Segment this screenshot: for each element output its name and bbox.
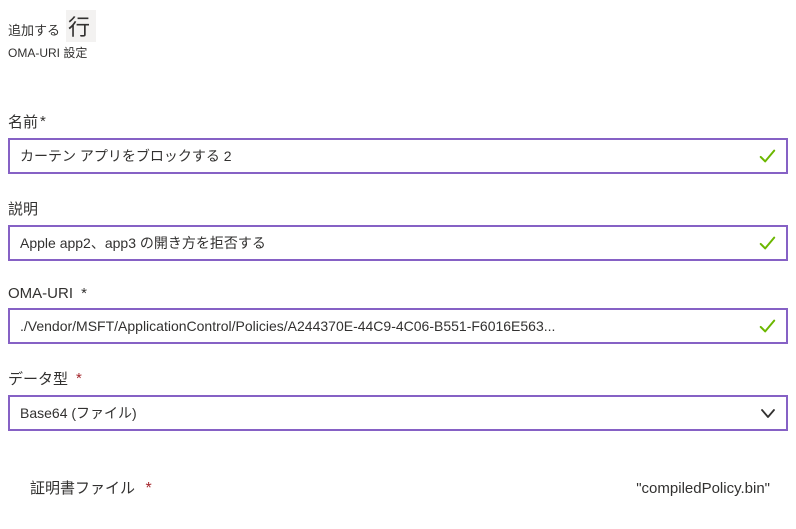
row-label: 行 bbox=[66, 10, 96, 42]
cert-file-label: 証明書ファイル bbox=[30, 480, 135, 497]
chevron-down-icon bbox=[760, 405, 776, 421]
data-type-select[interactable]: Base64 (ファイル) bbox=[8, 395, 788, 431]
description-input[interactable]: Apple app2、app3 の開き方を拒否する bbox=[8, 225, 788, 261]
oma-uri-input[interactable]: ./Vendor/MSFT/ApplicationControl/Policie… bbox=[8, 308, 788, 344]
data-type-label: データ型 * bbox=[8, 368, 788, 389]
data-type-label-text: データ型 bbox=[8, 368, 68, 389]
add-label: 追加する bbox=[8, 20, 60, 39]
check-icon bbox=[758, 317, 776, 335]
description-field: 説明 Apple app2、app3 の開き方を拒否する bbox=[8, 198, 788, 261]
oma-uri-field: OMA-URI * ./Vendor/MSFT/ApplicationContr… bbox=[8, 285, 788, 344]
required-indicator: * bbox=[76, 370, 82, 387]
subheader-text: OMA-URI 設定 bbox=[8, 44, 788, 61]
data-type-field: データ型 * Base64 (ファイル) bbox=[8, 368, 788, 431]
name-input[interactable]: カーテン アプリをブロックする 2 bbox=[8, 138, 788, 174]
oma-uri-label-text: OMA-URI bbox=[8, 285, 73, 302]
description-input-value: Apple app2、app3 の開き方を拒否する bbox=[20, 233, 746, 253]
name-label: 名前* bbox=[8, 111, 788, 132]
check-icon bbox=[758, 147, 776, 165]
required-indicator: * bbox=[145, 480, 151, 497]
cert-file-name: "compiledPolicy.bin" bbox=[636, 480, 770, 497]
cert-file-label-wrap: 証明書ファイル * bbox=[30, 477, 152, 498]
required-indicator: * bbox=[40, 113, 46, 130]
name-label-text: 名前 bbox=[8, 111, 38, 132]
name-field: 名前* カーテン アプリをブロックする 2 bbox=[8, 111, 788, 174]
data-type-value: Base64 (ファイル) bbox=[20, 403, 746, 423]
page-header: 追加する 行 bbox=[8, 10, 788, 42]
check-icon bbox=[758, 234, 776, 252]
cert-file-row: 証明書ファイル * "compiledPolicy.bin" bbox=[8, 477, 788, 498]
description-label: 説明 bbox=[8, 198, 788, 219]
name-input-value: カーテン アプリをブロックする 2 bbox=[20, 146, 746, 166]
required-indicator: * bbox=[81, 285, 87, 302]
description-label-text: 説明 bbox=[8, 198, 38, 219]
oma-uri-input-value: ./Vendor/MSFT/ApplicationControl/Policie… bbox=[20, 318, 746, 334]
oma-uri-label: OMA-URI * bbox=[8, 285, 788, 302]
